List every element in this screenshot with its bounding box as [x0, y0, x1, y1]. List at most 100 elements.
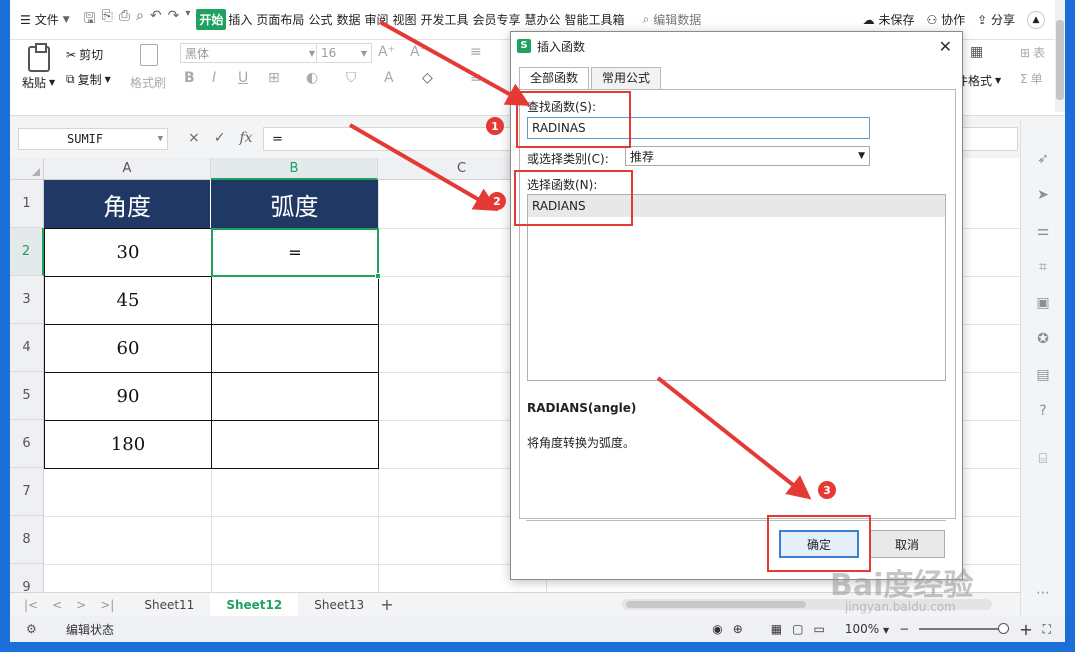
cell-a5[interactable]: 90 — [44, 372, 212, 421]
font-name-select[interactable]: 黑体 ▼ — [180, 43, 320, 63]
formula-input[interactable]: = — [263, 127, 513, 151]
zoom-slider[interactable] — [919, 623, 1010, 634]
ribbon-scrollbar[interactable] — [1055, 0, 1065, 112]
cursor-icon[interactable]: ➤ — [1034, 186, 1052, 204]
row-header-4[interactable]: 4 — [10, 324, 44, 372]
eye-icon[interactable]: ◉ — [712, 622, 722, 636]
share-button[interactable]: ⇪ 分享 — [977, 11, 1015, 28]
next-sheet-icon[interactable]: > — [76, 598, 86, 612]
cancel-button[interactable]: 取消 — [869, 530, 945, 558]
export-icon[interactable]: ⎘ — [102, 8, 113, 32]
font-color-button[interactable]: A — [384, 70, 394, 86]
row-header-3[interactable]: 3 — [10, 276, 44, 324]
tab-smart-office[interactable]: 慧办公 — [523, 11, 563, 28]
align-top-icon[interactable]: ≡ — [470, 44, 482, 60]
chart-tool-icon[interactable]: ⌸ — [1034, 450, 1052, 468]
tab-home[interactable]: 开始 — [196, 9, 227, 30]
single-button[interactable]: Σ单 — [1020, 70, 1043, 87]
file-menu[interactable]: ☰ 文件 ▼ — [10, 11, 78, 28]
last-sheet-icon[interactable]: >| — [100, 598, 114, 612]
add-sheet-button[interactable]: + — [380, 595, 393, 614]
preview-icon[interactable]: ⌕ — [136, 8, 144, 32]
normal-view-icon[interactable]: ▦ — [771, 622, 782, 636]
tab-view[interactable]: 视图 — [390, 11, 418, 28]
command-search[interactable]: ⌕ 编辑数据 — [643, 11, 702, 28]
column-header-a[interactable]: A — [44, 158, 211, 180]
cell-b2-active[interactable]: = — [211, 228, 379, 277]
cell-a3[interactable]: 45 — [44, 276, 212, 325]
tab-all-functions[interactable]: 全部函数 — [519, 67, 590, 90]
row-header-1[interactable]: 1 — [10, 180, 44, 228]
row-header-8[interactable]: 8 — [10, 516, 44, 564]
collab-button[interactable]: ⚇ 协作 — [926, 11, 965, 28]
redo-icon[interactable]: ↷ — [168, 8, 180, 32]
copy-button[interactable]: ⧉ 复制 ▼ — [66, 71, 111, 88]
row-header-7[interactable]: 7 — [10, 468, 44, 516]
cell-a4[interactable]: 60 — [44, 324, 212, 373]
scrollbar-thumb[interactable] — [626, 601, 806, 608]
fill-handle[interactable] — [375, 273, 381, 279]
paste-button[interactable]: 粘贴 ▼ — [22, 74, 55, 91]
increase-font-icon[interactable]: A⁺ — [378, 44, 395, 60]
fill-color-icon[interactable]: ◐ — [306, 70, 318, 86]
cell-b5[interactable] — [211, 372, 379, 421]
tab-review[interactable]: 审阅 — [362, 11, 390, 28]
sheet-tab-sheet12[interactable]: Sheet12 — [210, 592, 299, 617]
table-style-icon[interactable]: ▦ — [970, 44, 983, 60]
sliders-icon[interactable]: ⚌ — [1034, 222, 1052, 240]
macro-icon[interactable]: ⚙ — [26, 622, 37, 636]
tab-toolbox[interactable]: 智能工具箱 — [563, 11, 627, 28]
cut-button[interactable]: ✂ 剪切 — [66, 46, 103, 63]
tab-formulas[interactable]: 公式 — [306, 11, 334, 28]
unsaved-button[interactable]: ☁ 未保存 — [863, 11, 915, 28]
crosshair-icon[interactable]: ⊕ — [733, 622, 743, 636]
category-select[interactable]: 推荐 ▼ — [625, 146, 870, 166]
sheet-tab-sheet13[interactable]: Sheet13 — [298, 593, 380, 617]
cell-a6[interactable]: 180 — [44, 420, 212, 469]
confirm-formula-icon[interactable]: ✓ — [214, 130, 226, 146]
image-icon[interactable]: ▣ — [1034, 294, 1052, 312]
tab-insert[interactable]: 插入 — [226, 11, 254, 28]
format-painter-button[interactable]: 格式刷 — [130, 74, 166, 91]
help-icon[interactable]: ? — [1034, 402, 1052, 420]
underline-button[interactable]: U — [238, 70, 248, 86]
tab-data[interactable]: 数据 — [334, 11, 362, 28]
print-icon[interactable]: ⎙ — [119, 8, 130, 32]
column-header-b[interactable]: B — [211, 158, 378, 180]
rocket-icon[interactable]: ➶ — [1034, 150, 1052, 168]
name-box[interactable]: SUMIF ▼ — [18, 128, 168, 150]
eraser-icon[interactable]: ◇ — [422, 70, 433, 86]
save-icon[interactable]: 🖫 — [84, 8, 96, 32]
crop-icon[interactable]: ⌗ — [1034, 258, 1052, 276]
paste-icon-wrap[interactable] — [28, 43, 50, 72]
customize-icon[interactable]: ▾ — [185, 8, 190, 32]
close-icon[interactable]: ✕ — [939, 37, 952, 56]
undo-icon[interactable]: ↶ — [150, 8, 162, 32]
tab-developer[interactable]: 开发工具 — [419, 11, 471, 28]
page-layout-view-icon[interactable]: ▢ — [792, 622, 803, 636]
cell-b6[interactable] — [211, 420, 379, 469]
zoom-slider-knob[interactable] — [998, 623, 1010, 634]
row-header-9[interactable]: 9 — [10, 564, 44, 592]
zoom-select[interactable]: 100% ▼ — [845, 622, 889, 636]
tab-common-formulas[interactable]: 常用公式 — [591, 67, 662, 89]
first-sheet-icon[interactable]: |< — [24, 598, 38, 612]
fill-bucket-icon[interactable]: ⛉ — [346, 70, 357, 86]
fullscreen-icon[interactable]: ⛶ — [1043, 622, 1051, 637]
zoom-in-button[interactable]: + — [1019, 620, 1032, 639]
page-break-view-icon[interactable]: ▭ — [813, 622, 824, 636]
row-header-5[interactable]: 5 — [10, 372, 44, 420]
align-left-icon[interactable]: ≡ — [470, 70, 482, 86]
sheet-tab-sheet11[interactable]: Sheet11 — [128, 593, 210, 617]
bold-button[interactable]: B — [184, 70, 195, 86]
formula-input-tail[interactable] — [962, 127, 1018, 151]
zoom-out-button[interactable]: − — [899, 622, 909, 636]
cancel-formula-icon[interactable]: × — [188, 130, 200, 146]
table-button[interactable]: ⊞ 表 — [1020, 44, 1045, 61]
insert-function-icon[interactable]: fx — [239, 130, 252, 146]
more-icon[interactable]: ⋯ — [1034, 584, 1052, 602]
format-painter-icon-wrap[interactable] — [140, 44, 158, 66]
row-header-6[interactable]: 6 — [10, 420, 44, 468]
tab-page-layout[interactable]: 页面布局 — [254, 11, 306, 28]
font-size-select[interactable]: 16 ▼ — [316, 43, 372, 63]
